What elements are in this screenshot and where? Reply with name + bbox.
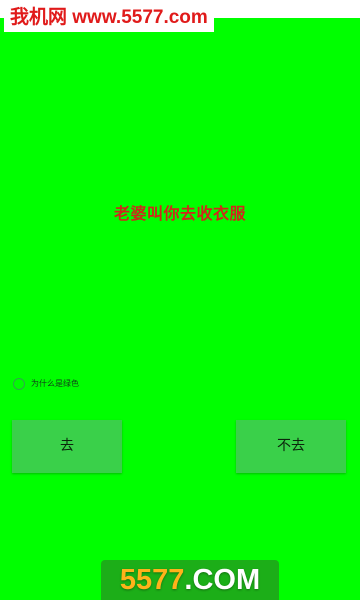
why-green-option[interactable]: 为什么是绿色 bbox=[13, 378, 79, 390]
watermark-top: 我机网 www.5577.com bbox=[4, 4, 214, 32]
message-text: 老婆叫你去收衣服 bbox=[113, 204, 246, 223]
app-screen: 我机网 www.5577.com 老婆叫你去收衣服 为什么是绿色 去 不去 55… bbox=[0, 0, 360, 600]
radio-button[interactable] bbox=[13, 378, 25, 390]
go-button[interactable]: 去 bbox=[12, 420, 122, 473]
watermark-bottom-number: 5577 bbox=[119, 564, 185, 596]
watermark-bottom-suffix: .COM bbox=[184, 564, 261, 596]
why-green-label: 为什么是绿色 bbox=[31, 379, 79, 388]
watermark-bottom: 5577.COM bbox=[101, 560, 279, 600]
not-go-button[interactable]: 不去 bbox=[236, 420, 346, 473]
